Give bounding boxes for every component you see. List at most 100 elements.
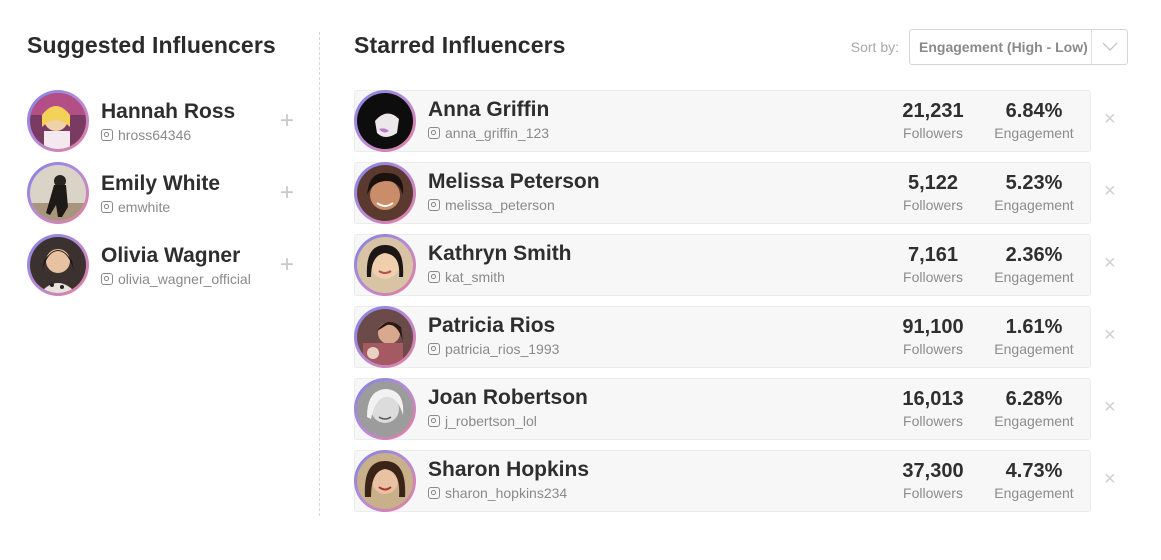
influencer-name[interactable]: Kathryn Smith <box>428 241 572 267</box>
starred-list: Anna Griffin anna_griffin_123 21,231 Fol… <box>354 90 1144 512</box>
followers-stat: 37,300 Followers <box>888 459 978 501</box>
followers-stat: 7,161 Followers <box>888 243 978 285</box>
influencer-handle[interactable]: j_robertson_lol <box>445 413 537 429</box>
avatar[interactable] <box>354 378 416 440</box>
followers-count: 37,300 <box>902 460 964 482</box>
engagement-stat: 6.84% Engagement <box>984 99 1084 141</box>
engagement-rate: 1.61% <box>1005 316 1063 338</box>
followers-stat: 5,122 Followers <box>888 171 978 213</box>
engagement-label: Engagement <box>994 125 1074 141</box>
followers-count: 5,122 <box>907 172 959 194</box>
instagram-icon <box>428 343 440 355</box>
suggested-list: Hannah Ross hross64346 + Emily White emw… <box>27 90 307 296</box>
engagement-rate: 2.36% <box>1005 244 1063 266</box>
starred-influencers-panel: Starred Influencers Sort by: Engagement … <box>354 29 1144 522</box>
followers-count: 16,013 <box>902 388 964 410</box>
followers-stat: 21,231 Followers <box>888 99 978 141</box>
add-influencer-button[interactable]: + <box>280 181 294 205</box>
engagement-label: Engagement <box>994 485 1074 501</box>
influencer-handle[interactable]: sharon_hopkins234 <box>445 485 567 501</box>
avatar[interactable] <box>354 450 416 512</box>
influencer-name[interactable]: Emily White <box>101 171 220 197</box>
remove-influencer-button[interactable]: × <box>1104 107 1116 131</box>
instagram-icon <box>101 201 113 213</box>
engagement-label: Engagement <box>994 413 1074 429</box>
influencer-handle[interactable]: patricia_rios_1993 <box>445 341 559 357</box>
followers-stat: 91,100 Followers <box>888 315 978 357</box>
starred-row: Sharon Hopkins sharon_hopkins234 37,300 … <box>354 450 1144 512</box>
influencer-handle[interactable]: anna_griffin_123 <box>445 125 549 141</box>
influencer-name[interactable]: Anna Griffin <box>428 97 549 123</box>
starred-row: Melissa Peterson melissa_peterson 5,122 … <box>354 162 1144 224</box>
avatar[interactable] <box>27 234 89 296</box>
instagram-icon <box>101 129 113 141</box>
engagement-stat: 6.28% Engagement <box>984 387 1084 429</box>
followers-label: Followers <box>903 197 963 213</box>
sort-label: Sort by: <box>850 39 899 55</box>
influencer-handle[interactable]: kat_smith <box>445 269 505 285</box>
starred-row: Anna Griffin anna_griffin_123 21,231 Fol… <box>354 90 1144 152</box>
followers-count: 91,100 <box>902 316 964 338</box>
engagement-stat: 4.73% Engagement <box>984 459 1084 501</box>
influencer-handle[interactable]: olivia_wagner_official <box>118 271 251 287</box>
influencer-name[interactable]: Sharon Hopkins <box>428 457 589 483</box>
instagram-icon <box>428 271 440 283</box>
avatar[interactable] <box>354 306 416 368</box>
followers-label: Followers <box>903 341 963 357</box>
engagement-stat: 5.23% Engagement <box>984 171 1084 213</box>
instagram-icon <box>428 199 440 211</box>
avatar[interactable] <box>27 90 89 152</box>
influencer-handle[interactable]: hross64346 <box>118 127 191 143</box>
influencer-handle[interactable]: emwhite <box>118 199 170 215</box>
instagram-icon <box>428 127 440 139</box>
followers-label: Followers <box>903 413 963 429</box>
suggested-item: Olivia Wagner olivia_wagner_official + <box>27 234 307 296</box>
starred-row: Kathryn Smith kat_smith 7,161 Followers … <box>354 234 1144 296</box>
influencer-name[interactable]: Joan Robertson <box>428 385 588 411</box>
engagement-label: Engagement <box>994 197 1074 213</box>
engagement-label: Engagement <box>994 341 1074 357</box>
avatar[interactable] <box>354 90 416 152</box>
suggested-influencers-title: Suggested Influencers <box>27 32 276 58</box>
remove-influencer-button[interactable]: × <box>1104 323 1116 347</box>
followers-label: Followers <box>903 485 963 501</box>
instagram-icon <box>428 415 440 427</box>
influencer-name[interactable]: Melissa Peterson <box>428 169 600 195</box>
engagement-rate: 6.84% <box>1005 100 1063 122</box>
influencer-handle[interactable]: melissa_peterson <box>445 197 555 213</box>
sort-dropdown[interactable]: Engagement (High - Low) <box>909 29 1128 65</box>
starred-row: Patricia Rios patricia_rios_1993 91,100 … <box>354 306 1144 368</box>
remove-influencer-button[interactable]: × <box>1104 251 1116 275</box>
remove-influencer-button[interactable]: × <box>1104 395 1116 419</box>
influencer-name[interactable]: Hannah Ross <box>101 99 235 125</box>
engagement-rate: 5.23% <box>1005 172 1063 194</box>
followers-label: Followers <box>903 269 963 285</box>
instagram-icon <box>428 487 440 499</box>
engagement-stat: 2.36% Engagement <box>984 243 1084 285</box>
suggested-influencers-panel: Suggested Influencers Hannah Ross hross6… <box>27 30 307 306</box>
engagement-rate: 4.73% <box>1005 460 1063 482</box>
avatar[interactable] <box>354 234 416 296</box>
followers-count: 7,161 <box>907 244 959 266</box>
add-influencer-button[interactable]: + <box>280 109 294 133</box>
followers-label: Followers <box>903 125 963 141</box>
engagement-label: Engagement <box>994 269 1074 285</box>
influencer-name[interactable]: Patricia Rios <box>428 313 559 339</box>
influencer-name[interactable]: Olivia Wagner <box>101 243 251 269</box>
chevron-down-icon[interactable] <box>1091 30 1127 64</box>
avatar[interactable] <box>354 162 416 224</box>
add-influencer-button[interactable]: + <box>280 253 294 277</box>
followers-count: 21,231 <box>902 100 964 122</box>
followers-stat: 16,013 Followers <box>888 387 978 429</box>
remove-influencer-button[interactable]: × <box>1104 179 1116 203</box>
avatar[interactable] <box>27 162 89 224</box>
engagement-stat: 1.61% Engagement <box>984 315 1084 357</box>
suggested-item: Emily White emwhite + <box>27 162 307 224</box>
sort-selected-value: Engagement (High - Low) <box>919 39 1088 55</box>
instagram-icon <box>101 273 113 285</box>
starred-row: Joan Robertson j_robertson_lol 16,013 Fo… <box>354 378 1144 440</box>
remove-influencer-button[interactable]: × <box>1104 467 1116 491</box>
suggested-item: Hannah Ross hross64346 + <box>27 90 307 152</box>
column-divider <box>319 32 320 516</box>
engagement-rate: 6.28% <box>1005 388 1063 410</box>
